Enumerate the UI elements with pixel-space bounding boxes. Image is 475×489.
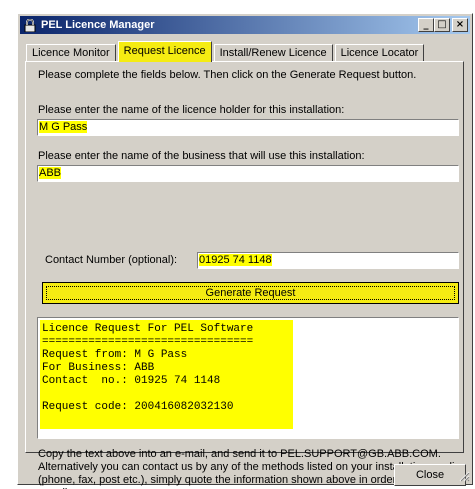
- contact-number-input[interactable]: 01925 74 1148: [197, 252, 459, 269]
- licence-manager-window: PEL Licence Manager _ □ × Licence Monito…: [17, 13, 473, 489]
- resize-grip-icon[interactable]: [458, 470, 470, 482]
- output-line: Request from: M G Pass: [42, 349, 188, 361]
- request-output-textarea[interactable]: Licence Request For PEL Software =======…: [37, 317, 459, 439]
- holder-value: M G Pass: [39, 121, 88, 133]
- output-line: Request code: 200416082032130: [42, 401, 234, 413]
- tab-strip: Licence Monitor Request Licence Install/…: [26, 40, 426, 62]
- close-label: Close: [415, 469, 445, 481]
- close-button[interactable]: Close: [394, 464, 466, 486]
- close-window-button[interactable]: ×: [452, 18, 468, 32]
- business-input[interactable]: ABB: [37, 165, 459, 182]
- title-bar[interactable]: PEL Licence Manager _ □ ×: [20, 16, 470, 34]
- tab-label: Licence Locator: [340, 47, 419, 59]
- tab-label: Request Licence: [123, 45, 206, 57]
- contact-label: Contact Number (optional):: [45, 254, 178, 266]
- maximize-icon: □: [437, 19, 447, 30]
- output-line: Licence Request For PEL Software: [42, 323, 254, 335]
- minimize-icon: _: [423, 19, 429, 30]
- tab-label: Licence Monitor: [32, 47, 110, 59]
- tab-label: Install/Renew Licence: [219, 47, 327, 59]
- tab-install-renew-licence[interactable]: Install/Renew Licence: [213, 44, 333, 62]
- request-output-text: Licence Request For PEL Software =======…: [40, 320, 293, 429]
- contact-value: 01925 74 1148: [199, 254, 272, 266]
- minimize-button[interactable]: _: [418, 18, 434, 32]
- tab-request-licence[interactable]: Request Licence: [117, 41, 212, 62]
- close-icon: ×: [455, 19, 465, 30]
- business-label: Please enter the name of the business th…: [38, 150, 365, 162]
- output-line: ================================: [42, 336, 254, 348]
- output-line: Contact no.: 01925 74 1148: [42, 375, 221, 387]
- request-licence-panel: Please complete the fields below. Then c…: [25, 61, 464, 489]
- generate-request-button[interactable]: Generate Request: [42, 282, 459, 304]
- intro-text: Please complete the fields below. Then c…: [38, 69, 417, 81]
- window-title: PEL Licence Manager: [41, 19, 155, 31]
- output-line: For Business: ABB: [42, 362, 155, 374]
- business-value: ABB: [39, 167, 62, 179]
- licence-holder-input[interactable]: M G Pass: [37, 119, 459, 136]
- app-icon: [23, 18, 37, 32]
- maximize-button[interactable]: □: [434, 18, 450, 32]
- tab-licence-locator[interactable]: Licence Locator: [334, 44, 425, 62]
- holder-label: Please enter the name of the licence hol…: [38, 104, 345, 116]
- tab-licence-monitor[interactable]: Licence Monitor: [26, 44, 116, 62]
